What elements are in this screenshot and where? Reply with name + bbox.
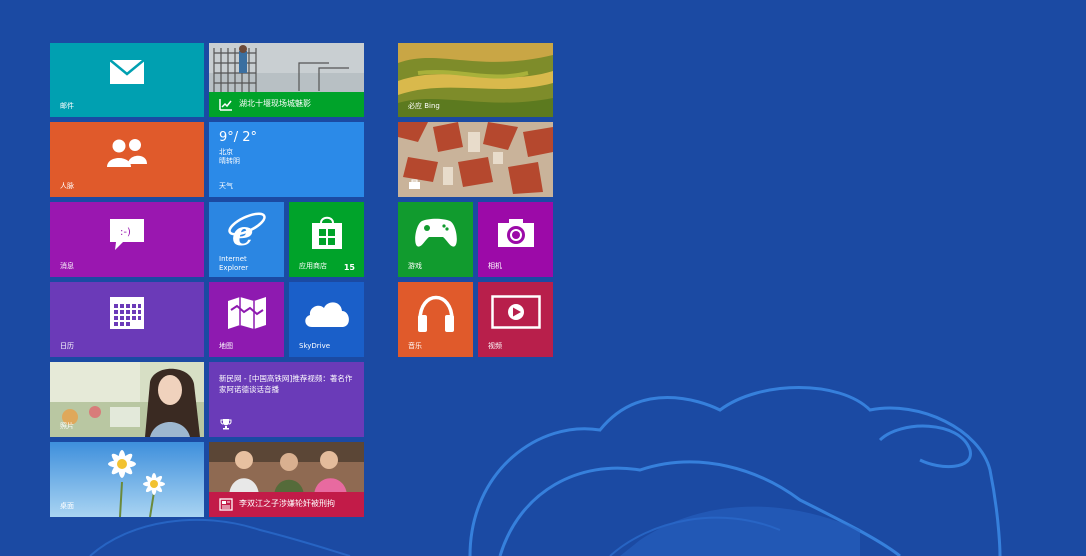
headphones-icon [418, 295, 454, 332]
store-badge: 15 [343, 263, 355, 272]
games-label: 游戏 [408, 262, 422, 270]
weather-label: 天气 [219, 182, 233, 190]
bing-tile[interactable]: 必应 Bing [398, 43, 553, 117]
camera-icon [498, 219, 534, 247]
trophy-icon [220, 419, 232, 430]
music-label: 音乐 [408, 342, 422, 350]
newspaper-icon [219, 498, 233, 511]
chat-bubble-icon: :-) [110, 219, 144, 250]
camera-tile[interactable]: 相机 [478, 202, 553, 277]
bing-label: 必应 Bing [408, 102, 440, 110]
mail-label: 邮件 [60, 102, 74, 110]
news-bottom-bar: 李双江之子涉嫌轮奸被刑拘 [209, 492, 364, 517]
chart-icon [219, 99, 232, 111]
photos-label: 照片 [60, 422, 74, 430]
svg-text:e: e [232, 214, 254, 250]
music-tile[interactable]: 音乐 [398, 282, 473, 357]
ie-label-line1: Internet [219, 255, 247, 263]
svg-text::-): :-) [120, 227, 131, 238]
people-tile[interactable]: 人脉 [50, 122, 204, 197]
ie-tile[interactable]: e Internet Explorer [209, 202, 284, 277]
news-bar: 湖北十堰现场城魅影 [209, 92, 364, 117]
cloud-icon [305, 302, 349, 327]
calendar-label: 日历 [60, 342, 74, 350]
weather-condition: 晴转阴 [219, 157, 240, 165]
envelope-icon [109, 59, 145, 84]
news-text-tile[interactable]: 新民网 - [中国高铁网]推荐视频：著名作家阿诺德谈话音播 [209, 362, 364, 437]
maps-tile[interactable]: 地图 [209, 282, 284, 357]
store-tile[interactable]: 应用商店 15 [289, 202, 364, 277]
ie-icon: e [228, 212, 266, 250]
store-bag-icon [312, 216, 342, 249]
store-label: 应用商店 [299, 262, 327, 270]
weather-tile[interactable]: 9°/ 2° 北京 晴转阴 天气 [209, 122, 364, 197]
news-headline: 新民网 - [中国高铁网]推荐视频：著名作家阿诺德谈话音播 [219, 374, 353, 394]
people-icon [107, 139, 147, 167]
city-rooftops-photo [398, 122, 553, 197]
calendar-icon [110, 297, 144, 329]
map-icon [228, 297, 266, 329]
skydrive-label: SkyDrive [299, 342, 331, 350]
people-label: 人脉 [60, 182, 74, 190]
news-photo-tile[interactable]: 湖北十堰现场城魅影 [209, 43, 364, 117]
video-label: 视频 [488, 342, 502, 350]
maps-label: 地图 [219, 342, 233, 350]
weather-temperature: 9°/ 2° [219, 130, 258, 145]
desktop-label: 桌面 [60, 502, 74, 510]
desktop-tile[interactable]: 桌面 [50, 442, 204, 517]
mail-tile[interactable]: 邮件 [50, 43, 204, 117]
play-icon [491, 295, 541, 329]
travel-tile[interactable] [398, 122, 553, 197]
ie-label: Internet Explorer [219, 255, 248, 273]
messaging-tile[interactable]: :-) 消息 [50, 202, 204, 277]
photos-tile[interactable]: 照片 [50, 362, 204, 437]
skydrive-tile[interactable]: SkyDrive [289, 282, 364, 357]
calendar-tile[interactable]: 日历 [50, 282, 204, 357]
messaging-label: 消息 [60, 262, 74, 270]
suitcase-icon [409, 179, 420, 189]
video-tile[interactable]: 视频 [478, 282, 553, 357]
news-bottom-tile[interactable]: 李双江之子涉嫌轮奸被刑拘 [209, 442, 364, 517]
camera-label: 相机 [488, 262, 502, 270]
xbox-controller-icon [415, 218, 457, 247]
news-photo-label: 湖北十堰现场城魅影 [239, 99, 311, 108]
news-bottom-label: 李双江之子涉嫌轮奸被刑拘 [239, 499, 335, 508]
games-tile[interactable]: 游戏 [398, 202, 473, 277]
ie-label-line2: Explorer [219, 264, 249, 272]
